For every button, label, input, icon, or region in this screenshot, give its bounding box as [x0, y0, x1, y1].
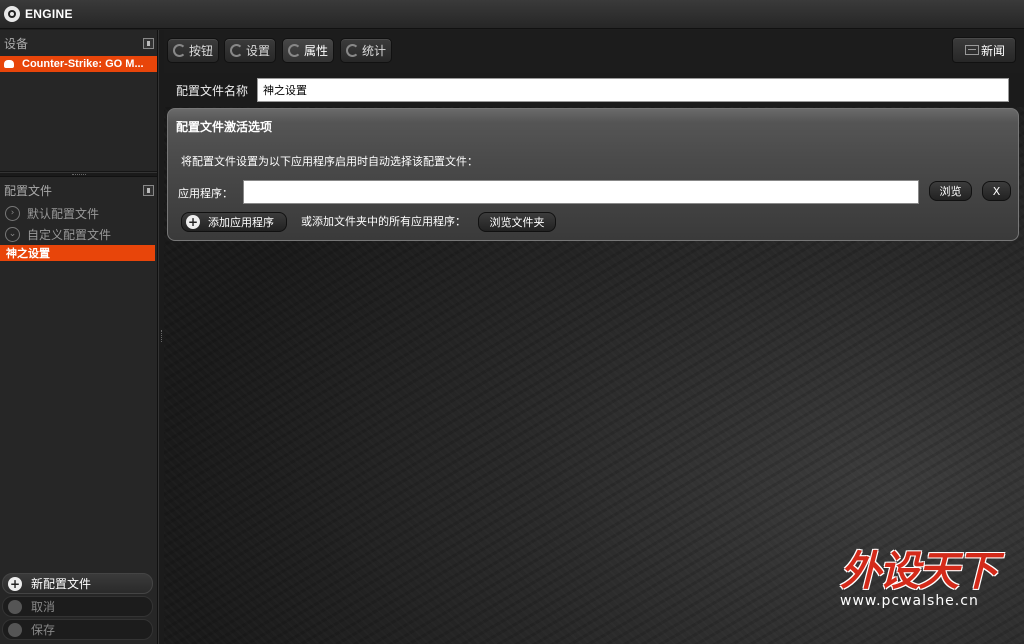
tab-properties[interactable]: 属性: [282, 38, 334, 63]
tab-statistics[interactable]: 统计: [340, 38, 392, 63]
pin-icon[interactable]: [143, 37, 154, 49]
devices-header: 设备: [0, 30, 157, 56]
app-input[interactable]: [243, 180, 919, 204]
cancel-button[interactable]: 取消: [2, 596, 153, 617]
save-icon: [8, 622, 22, 637]
news-label: 新闻: [981, 43, 1006, 58]
refresh-icon: [173, 44, 186, 57]
toolbar: 按钮 设置 属性 统计 新闻: [164, 30, 1024, 73]
devices-panel: 设备 Counter-Strike: GO M...: [0, 30, 157, 172]
watermark-sub: www.pcwalshe.cn: [840, 593, 979, 609]
tab-settings-label: 设置: [246, 44, 271, 58]
tab-statistics-label: 统计: [362, 44, 387, 58]
profile-custom-label: 自定义配置文件: [27, 228, 112, 242]
profiles-header: 配置文件: [0, 177, 157, 203]
tab-properties-label: 属性: [304, 44, 329, 58]
activation-description: 将配置文件设置为以下应用程序启用时自动选择该配置文件：: [181, 155, 478, 168]
save-label: 保存: [31, 623, 56, 637]
profile-custom[interactable]: ⌄ 自定义配置文件: [0, 224, 157, 245]
browse-button[interactable]: 浏览: [929, 181, 972, 201]
new-profile-label: 新配置文件: [31, 577, 92, 591]
or-folder-text: 或添加文件夹中的所有应用程序：: [301, 215, 466, 228]
refresh-icon: [346, 44, 359, 57]
cancel-icon: [8, 599, 22, 614]
cancel-label: 取消: [31, 600, 56, 614]
horizontal-splitter[interactable]: [0, 172, 157, 177]
devices-header-label: 设备: [4, 36, 29, 51]
news-icon: [965, 45, 979, 55]
add-app-label: 添加应用程序: [208, 216, 274, 229]
remove-app-button[interactable]: X: [982, 181, 1011, 201]
refresh-icon: [288, 44, 301, 57]
refresh-icon: [230, 44, 243, 57]
app-title: ENGINE: [25, 7, 73, 21]
activation-title: 配置文件激活选项: [176, 120, 273, 134]
main-panel: 按钮 设置 属性 统计 新闻 配置文件名称 神之设置 配置文件激活选项 将配置文…: [164, 30, 1024, 644]
profile-active-item[interactable]: 神之设置: [0, 245, 155, 261]
profiles-header-label: 配置文件: [4, 183, 53, 198]
tab-buttons[interactable]: 按钮: [167, 38, 219, 63]
profile-default[interactable]: › 默认配置文件: [0, 203, 157, 224]
profile-default-label: 默认配置文件: [27, 207, 100, 221]
chevron-right-icon: ›: [5, 206, 20, 221]
chevron-down-icon: ⌄: [5, 227, 20, 242]
activation-options-panel: 配置文件激活选项 将配置文件设置为以下应用程序启用时自动选择该配置文件： 应用程…: [167, 108, 1019, 241]
profile-name-label: 配置文件名称: [176, 83, 249, 98]
title-bar: ENGINE: [0, 0, 1024, 29]
mouse-icon: [4, 60, 14, 68]
sidebar: 设备 Counter-Strike: GO M... 配置文件 › 默认配置文件…: [0, 30, 158, 644]
browse-folder-button[interactable]: 浏览文件夹: [478, 212, 556, 232]
device-item-csgo[interactable]: Counter-Strike: GO M...: [0, 56, 157, 72]
sidebar-actions: + 新配置文件 取消 保存: [2, 573, 153, 642]
app-label: 应用程序：: [178, 187, 233, 200]
new-profile-button[interactable]: + 新配置文件: [2, 573, 153, 594]
tab-buttons-label: 按钮: [189, 44, 214, 58]
plus-icon: +: [186, 215, 200, 229]
profile-name-row: 配置文件名称 神之设置: [164, 73, 1024, 107]
add-app-button[interactable]: + 添加应用程序: [181, 212, 287, 232]
plus-icon: +: [8, 576, 22, 591]
watermark-main: 外设天下: [840, 547, 998, 595]
news-button[interactable]: 新闻: [952, 37, 1016, 63]
profile-name-input[interactable]: 神之设置: [257, 78, 1009, 102]
watermark: 外设天下 www.pcwalshe.cn: [840, 551, 1020, 631]
tab-settings[interactable]: 设置: [224, 38, 276, 63]
engine-logo-icon: [4, 6, 20, 22]
save-button[interactable]: 保存: [2, 619, 153, 640]
device-item-label: Counter-Strike: GO M...: [22, 58, 144, 70]
pin-icon[interactable]: [143, 184, 154, 196]
